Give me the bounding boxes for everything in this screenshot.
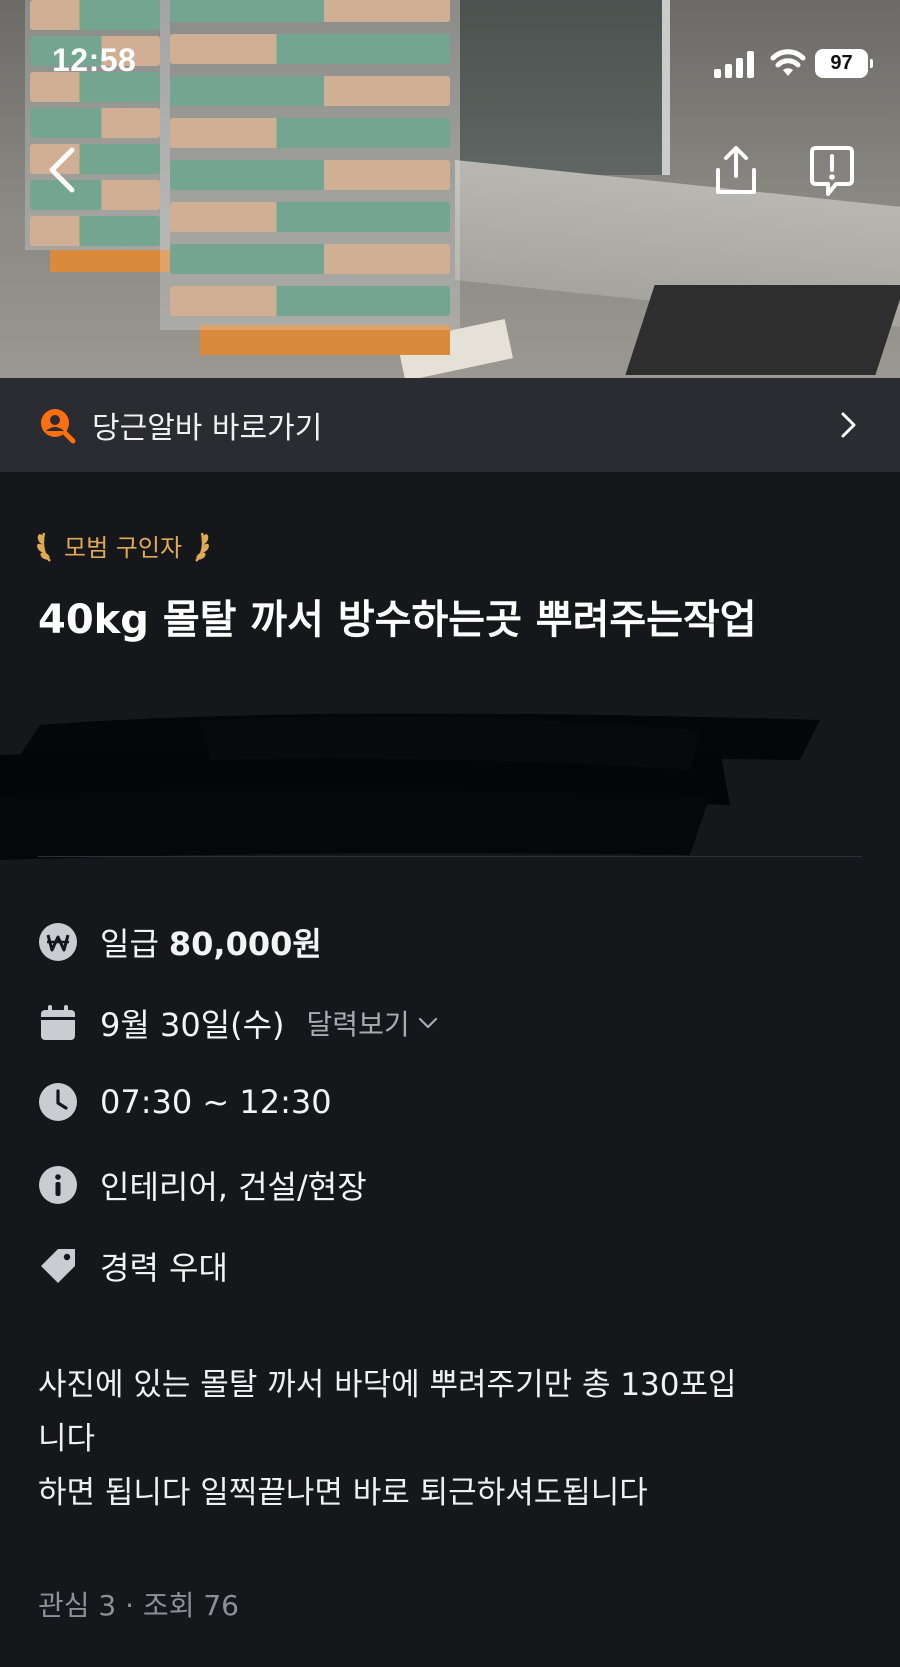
post-stats: 관심 3 · 조회 76 <box>38 1589 239 1622</box>
search-person-icon <box>41 409 76 444</box>
daangn-alba-banner[interactable]: 당근알바 바로가기 <box>0 378 900 472</box>
report-button[interactable] <box>804 142 860 198</box>
calendar-view-label: 달력보기 <box>306 1008 410 1041</box>
clock-icon <box>39 1083 77 1121</box>
cellular-signal-icon <box>714 50 756 78</box>
preference-row: 경력 우대 <box>38 1243 228 1289</box>
photo-mat <box>625 285 900 375</box>
laurel-left-icon <box>37 532 51 562</box>
job-category: 인테리어, 건설/현장 <box>100 1168 367 1206</box>
wage-prefix: 일급 <box>100 925 159 963</box>
post-title: 40kg 몰탈 까서 방수하는곳 뿌려주는작업 <box>38 597 757 643</box>
share-icon <box>716 146 756 194</box>
calendar-icon <box>41 1005 75 1040</box>
won-icon <box>39 923 77 961</box>
work-date: 9월 30일(수) <box>100 1006 285 1044</box>
wifi-icon <box>770 49 806 76</box>
banner-label: 당근알바 바로가기 <box>92 411 323 446</box>
post-photo[interactable]: 12:58 97 <box>0 0 900 378</box>
tag-icon <box>41 1249 75 1283</box>
post-description: 사진에 있는 몰탈 까서 바닥에 뿌려주기만 총 130포입 니다 하면 됩니다… <box>38 1358 868 1520</box>
battery-indicator: 97 <box>815 49 873 78</box>
chevron-right-icon <box>841 412 856 438</box>
section-divider <box>38 856 862 857</box>
description-line: 니다 <box>38 1421 96 1457</box>
laurel-right-icon <box>195 532 209 562</box>
report-icon <box>810 146 854 196</box>
time-row: 07:30 ~ 12:30 <box>38 1082 332 1122</box>
description-line: 하면 됩니다 일찍끝나면 바로 퇴근하셔도됩니다 <box>38 1475 648 1511</box>
description-line: 사진에 있는 몰탈 까서 바닥에 뿌려주기만 총 130포입 <box>38 1367 737 1403</box>
cement-stack-center <box>160 0 460 378</box>
wage-amount: 80,000원 <box>168 925 322 963</box>
badge-label: 모범 구인자 <box>64 534 183 562</box>
date-row: 9월 30일(수) 달력보기 <box>38 1000 440 1046</box>
status-time: 12:58 <box>52 42 137 78</box>
photo-door <box>460 0 670 175</box>
calendar-view-link[interactable]: 달력보기 <box>307 1003 440 1043</box>
work-time-range: 07:30 ~ 12:30 <box>100 1083 332 1121</box>
chevron-left-icon <box>49 147 75 193</box>
preference-label: 경력 우대 <box>100 1249 228 1287</box>
wage-row: 일급 80,000원 <box>38 919 322 965</box>
info-icon <box>39 1166 77 1204</box>
model-employer-badge: 모범 구인자 <box>36 528 210 563</box>
back-button[interactable] <box>36 142 92 198</box>
category-row: 인테리어, 건설/현장 <box>38 1162 367 1208</box>
share-button[interactable] <box>708 142 764 198</box>
redaction-mark <box>0 713 820 860</box>
chevron-down-icon <box>418 1017 437 1029</box>
